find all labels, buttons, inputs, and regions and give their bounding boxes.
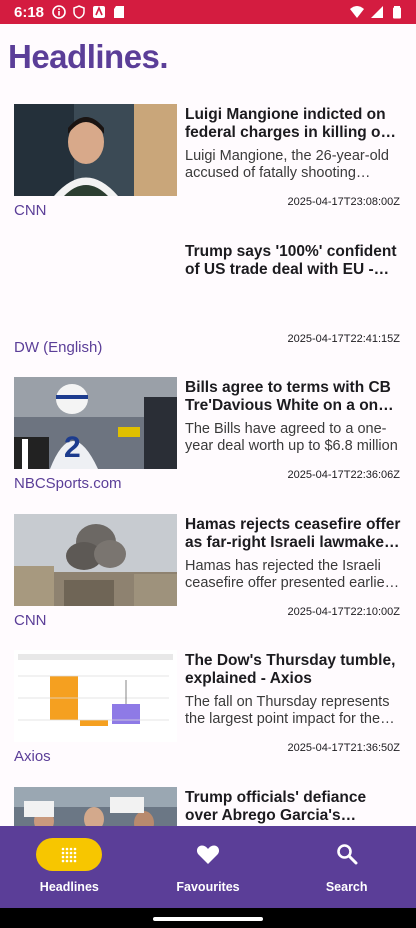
article-description: Hamas has rejected the Israeli ceasefire… [185, 557, 390, 591]
heart-icon [196, 845, 220, 864]
bottom-navigation: Headlines Favourites Search [0, 826, 416, 908]
search-icon [336, 844, 358, 865]
nav-favourites[interactable]: Favourites [139, 826, 278, 908]
nav-label-search: Search [325, 880, 368, 894]
sd-card-icon [114, 6, 125, 18]
list-item[interactable]: 2 Bills agree to terms with CB Tre'Davio… [0, 377, 416, 514]
home-gesture-handle[interactable] [153, 917, 263, 921]
article-description: The Bills have agreed to a one-year deal… [185, 421, 398, 454]
cell-signal-icon [371, 6, 383, 18]
wifi-icon [350, 6, 364, 18]
article-source: CNN [14, 202, 47, 219]
nav-label-favourites: Favourites [176, 880, 240, 894]
article-description: Luigi Mangione, the 26-year-old accused … [185, 148, 389, 181]
article-date: 2025-04-17T22:36:06Z [287, 469, 400, 481]
status-time: 6:18 [14, 3, 45, 21]
active-indicator [36, 838, 103, 871]
page-title: Headlines. [8, 38, 169, 75]
article-thumbnail: 2 [14, 377, 177, 469]
list-item[interactable]: Trump says '100%' confident of US trade … [0, 241, 416, 378]
nav-search[interactable]: Search [277, 826, 416, 908]
headline-list[interactable]: Luigi Mangione indicted on federal charg… [0, 104, 416, 826]
article-date: 2025-04-17T22:41:15Z [287, 332, 400, 345]
article-source: Axios [14, 748, 51, 765]
svg-text:2: 2 [64, 431, 81, 464]
nav-headlines[interactable]: Headlines [0, 826, 139, 908]
info-icon [52, 5, 66, 19]
headlines-icon [62, 847, 77, 862]
article-source: CNN [14, 611, 47, 629]
article-title: Hamas rejects ceasefire offer as far-rig… [185, 515, 401, 551]
article-thumbnail [14, 241, 177, 333]
article-source: DW (English) [14, 338, 103, 356]
list-item[interactable]: Luigi Mangione indicted on federal charg… [0, 104, 416, 241]
battery-icon [393, 6, 401, 19]
app-notification-icon [93, 5, 106, 18]
shield-icon [73, 5, 85, 19]
article-date: 2025-04-17T22:10:00Z [287, 605, 400, 618]
list-item[interactable]: Trump officials' defiance over Abrego Ga… [0, 786, 416, 826]
article-title: Luigi Mangione indicted on federal charg… [185, 106, 386, 141]
article-title: The Dow's Thursday tumble, explained - A… [185, 652, 396, 687]
article-title: Bills agree to terms with CB Tre'Davious… [185, 379, 392, 414]
gesture-navigation-bar [0, 908, 416, 928]
article-date: 2025-04-17T21:36:50Z [287, 742, 400, 754]
article-thumbnail [14, 650, 177, 742]
nav-label-headlines: Headlines [39, 880, 99, 894]
article-thumbnail [14, 104, 177, 196]
article-title: Trump officials' defiance over Abrego Ga… [185, 788, 367, 824]
list-item[interactable]: The Dow's Thursday tumble, explained - A… [0, 650, 416, 787]
article-date: 2025-04-17T23:08:00Z [287, 196, 400, 208]
article-thumbnail [14, 513, 177, 606]
article-description: The fall on Thursday represents the larg… [185, 694, 390, 727]
article-title: Trump says '100%' confident of US trade … [185, 242, 397, 278]
article-thumbnail [14, 786, 177, 826]
list-item[interactable]: Hamas rejects ceasefire offer as far-rig… [0, 513, 416, 651]
status-bar: 6:18 [0, 0, 416, 24]
article-source: NBCSports.com [14, 475, 122, 492]
